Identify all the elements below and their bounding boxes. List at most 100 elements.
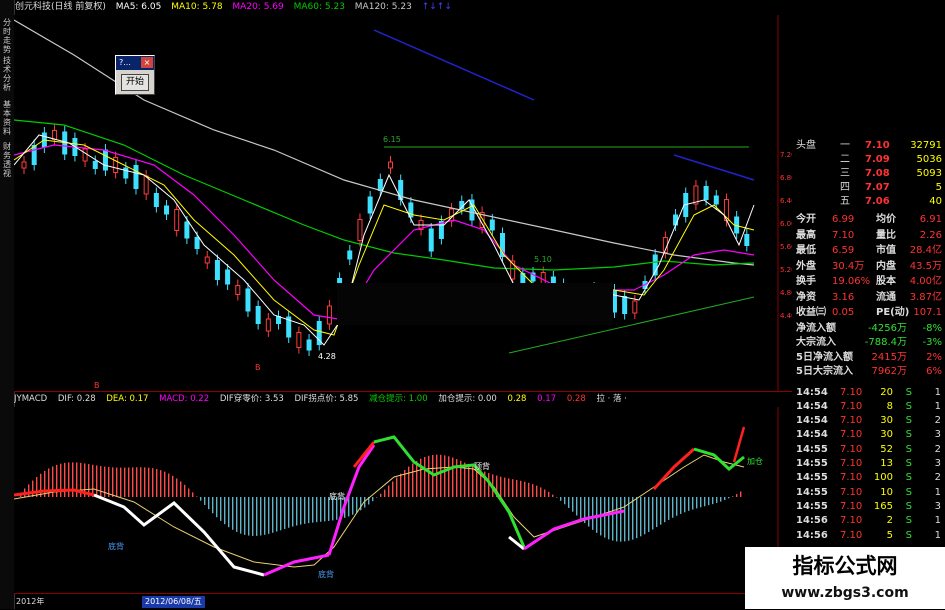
macd-bar: [212, 497, 214, 514]
candle-body: [133, 165, 139, 189]
macd-bar: [560, 497, 562, 501]
macd-bar: [128, 467, 130, 497]
macd-bar: [672, 497, 674, 518]
start-dialog[interactable]: ?... × 开始: [115, 55, 155, 95]
scale-tick: 5.60: [780, 243, 792, 251]
dialog-titlebar[interactable]: ?... ×: [116, 56, 154, 70]
scale-tick: 6.40: [780, 197, 792, 205]
tick-volume: 10: [880, 486, 893, 498]
tick-volume: 100: [873, 472, 893, 484]
macd-bar: [156, 469, 158, 497]
macd-bar: [176, 478, 178, 497]
tick-volume: 20: [880, 386, 893, 398]
macd-bar: [244, 497, 246, 535]
macd-bar: [540, 487, 542, 497]
macd-bar: [96, 465, 98, 497]
candle-body: [673, 214, 679, 226]
stat-key: 量比: [876, 229, 896, 241]
start-button[interactable]: 开始: [121, 74, 149, 91]
macd-bar: [700, 497, 702, 508]
stat-value: 0.05: [832, 307, 855, 318]
macd-bar: [164, 471, 166, 497]
macd-bar: [236, 497, 238, 532]
tick-time: 14:55: [796, 500, 828, 512]
candle-body: [92, 161, 98, 169]
tick-count: 2: [934, 443, 941, 455]
tab-intraday[interactable]: 分时走势: [1, 18, 13, 54]
ask-index: 二: [840, 154, 850, 165]
tick-row: 14:54 7.10 30 S 2: [792, 413, 945, 428]
bottom-divergence-label-2: 底背: [329, 491, 345, 501]
candle-body: [82, 148, 88, 162]
macd-chart[interactable]: 底背 底背 底背 顶背 加仓: [14, 407, 792, 593]
macd-bar: [708, 497, 710, 506]
macd-bar: [396, 477, 398, 497]
flow-row: 大宗流入 -788.4万 -3%: [792, 335, 945, 350]
ask-price: 7.10: [865, 140, 890, 151]
tick-count: 2: [934, 415, 941, 427]
stat-key: 流通: [876, 291, 896, 303]
stat-value: 7.10: [832, 229, 855, 241]
candle-body: [347, 250, 353, 260]
candle-body: [184, 221, 190, 239]
stat-key: 最高: [796, 229, 816, 241]
candle-body: [306, 339, 312, 351]
macd-bar: [732, 496, 734, 497]
stat-value: 2.26: [919, 229, 942, 241]
buy-marker: B: [255, 363, 261, 372]
candle-body: [357, 219, 363, 241]
macd-bar: [696, 497, 698, 509]
stat-row: 换手 19.06% 股本 4.00亿: [792, 274, 945, 289]
stat-row: 最高 7.10 量比 2.26: [792, 228, 945, 243]
flow-pct: -3%: [922, 337, 942, 348]
macd-dea: DEA: 0.17: [106, 394, 149, 404]
tab-fundamentals[interactable]: 基本资料: [1, 100, 13, 136]
macd-reduce: 减仓提示: 1.00: [369, 394, 428, 404]
macd-bar: [608, 497, 610, 540]
flow-value: -4256万: [867, 322, 907, 334]
stat-row: 最低 6.59 市值 28.4亿: [792, 243, 945, 258]
top-divergence-label: 顶背: [474, 461, 490, 471]
macd-bar: [36, 476, 38, 497]
tab-financials[interactable]: 财务透视: [1, 142, 13, 178]
macd-bar: [252, 497, 254, 536]
macd-bar: [568, 497, 570, 508]
macd-bar: [224, 497, 226, 525]
candle-body: [52, 130, 58, 140]
candle-body: [153, 193, 159, 207]
macd-bar: [144, 467, 146, 497]
candle-body: [611, 289, 617, 313]
macd-bar: [548, 491, 550, 497]
tick-row: 14:54 7.10 30 S 3: [792, 427, 945, 442]
tick-count: 3: [934, 458, 941, 469]
stat-value: 6.59: [832, 245, 855, 256]
close-icon[interactable]: ×: [141, 57, 153, 68]
macd-v1: 0.28: [507, 394, 527, 404]
candle-body: [204, 256, 210, 264]
tick-side: S: [905, 458, 912, 469]
macd-bar: [652, 497, 654, 530]
occluding-box: [337, 283, 613, 325]
low-price-label: 4.28: [318, 352, 336, 361]
ask-price: 7.09: [865, 154, 890, 165]
tab-technical[interactable]: 技术分析: [1, 56, 13, 92]
macd-bar: [284, 497, 286, 529]
macd-bar: [640, 497, 642, 537]
macd-bar: [296, 497, 298, 526]
macd-bar: [64, 462, 66, 497]
macd-bar: [520, 480, 522, 497]
ask-index: 一: [840, 140, 850, 151]
stat-key: 外盘: [796, 260, 816, 272]
flow-row: 5日净流入额 2415万 2%: [792, 350, 945, 365]
stat-key: 净资: [796, 291, 816, 303]
macd-bar: [588, 497, 590, 527]
macd-bar: [688, 497, 690, 511]
flow-row: 5日大宗流入 7962万 6%: [792, 364, 945, 379]
tick-time: 14:54: [796, 386, 828, 398]
macd-bar: [544, 489, 546, 497]
ma5-value: MA5: 6.05: [115, 2, 162, 12]
macd-bar: [380, 493, 382, 497]
macd-bar: [684, 497, 686, 513]
tick-time: 14:54: [796, 429, 828, 441]
tick-time: 14:55: [796, 443, 828, 455]
